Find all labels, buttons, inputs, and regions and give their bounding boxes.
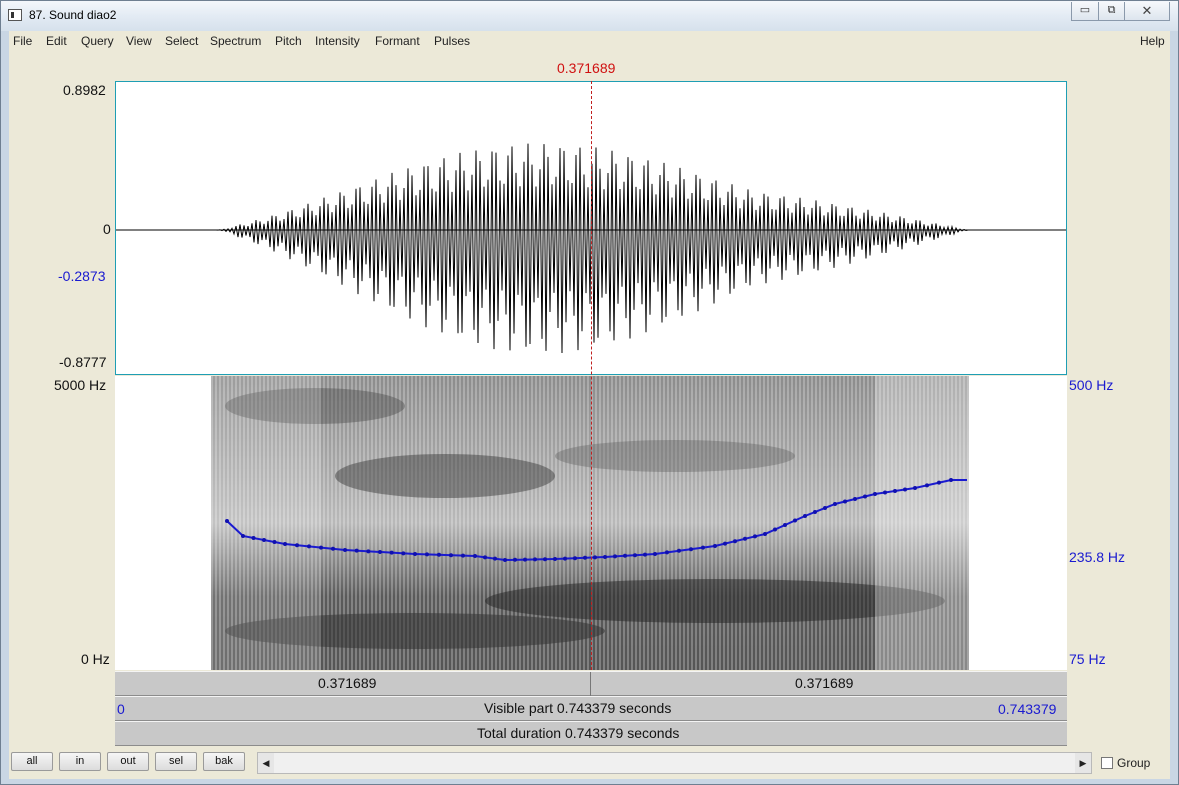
- scroll-right-icon[interactable]: ▶: [1075, 753, 1091, 773]
- visible-start-label: 0: [117, 701, 125, 717]
- pitch-min-label: 75 Hz: [1069, 651, 1106, 667]
- menu-pulses[interactable]: Pulses: [434, 34, 470, 48]
- menu-query[interactable]: Query: [81, 34, 114, 48]
- wave-cursor-value-label: -0.2873: [58, 268, 106, 284]
- minimize-button[interactable]: ▭: [1071, 2, 1099, 21]
- menu-formant[interactable]: Formant: [375, 34, 420, 48]
- zoom-sel-button[interactable]: sel: [155, 752, 197, 771]
- visible-part-label: Visible part 0.743379 seconds: [484, 700, 672, 716]
- window-title: 87. Sound diao2: [29, 8, 117, 22]
- time-left-label: 0.371689: [318, 675, 377, 691]
- menu-select[interactable]: Select: [165, 34, 198, 48]
- menu-help[interactable]: Help: [1140, 34, 1165, 48]
- zoom-all-button[interactable]: all: [11, 752, 53, 771]
- menu-edit[interactable]: Edit: [46, 34, 67, 48]
- menu-spectrum[interactable]: Spectrum: [210, 34, 261, 48]
- zoom-back-button[interactable]: bak: [203, 752, 245, 771]
- total-duration-bar[interactable]: Total duration 0.743379 seconds: [115, 721, 1067, 746]
- bottom-toolbar: all in out sel bak ◀ ▶ Group: [9, 747, 1170, 779]
- cursor-line: [591, 81, 592, 670]
- wave-ymax-label: 0.8982: [63, 82, 106, 98]
- waveform-trace: [215, 143, 969, 354]
- pitch-max-label: 500 Hz: [1069, 377, 1114, 393]
- group-checkbox[interactable]: [1101, 757, 1113, 769]
- scroll-left-icon[interactable]: ◀: [258, 753, 274, 773]
- wave-zero-label: 0: [103, 221, 111, 237]
- zoom-in-button[interactable]: in: [59, 752, 101, 771]
- zoom-out-button[interactable]: out: [107, 752, 149, 771]
- group-label: Group: [1117, 756, 1151, 770]
- total-duration-label: Total duration 0.743379 seconds: [477, 725, 680, 741]
- menu-intensity[interactable]: Intensity: [315, 34, 360, 48]
- menu-bar: File Edit Query View Select Spectrum Pit…: [9, 31, 1170, 51]
- restore-button[interactable]: ⧉: [1098, 2, 1125, 21]
- menu-file[interactable]: File: [13, 34, 32, 48]
- praat-sound-window: 87. Sound diao2 ▭ ⧉ ✕ File Edit Query Vi…: [0, 0, 1179, 785]
- visible-end-label: 0.743379: [998, 701, 1057, 717]
- cursor-time-label: 0.371689: [557, 60, 616, 76]
- app-icon: [8, 9, 22, 21]
- visible-part-bar[interactable]: Visible part 0.743379 seconds: [115, 696, 1067, 721]
- title-bar[interactable]: 87. Sound diao2 ▭ ⧉ ✕: [1, 1, 1178, 31]
- freq-max-label: 5000 Hz: [54, 377, 107, 393]
- time-scrollbar[interactable]: ◀ ▶: [257, 752, 1092, 774]
- freq-min-label: 0 Hz: [81, 651, 110, 667]
- wave-ymin-label: -0.8777: [59, 354, 107, 370]
- time-divider: [590, 672, 591, 696]
- close-button[interactable]: ✕: [1124, 2, 1170, 21]
- time-right-label: 0.371689: [795, 675, 854, 691]
- menu-pitch[interactable]: Pitch: [275, 34, 302, 48]
- selection-time-bar[interactable]: 0.371689 0.371689: [115, 671, 1067, 696]
- pitch-value-label: 235.8 Hz: [1069, 549, 1126, 565]
- menu-view[interactable]: View: [126, 34, 152, 48]
